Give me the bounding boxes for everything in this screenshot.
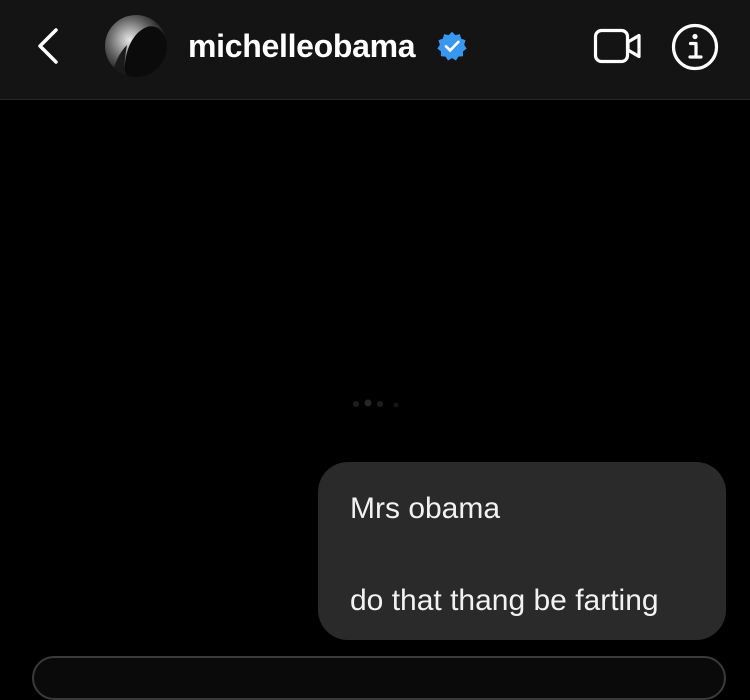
- conversation-info-button[interactable]: [670, 22, 720, 72]
- profile-photo-icon: [105, 15, 167, 77]
- message-line: do that thang be farting: [350, 584, 659, 617]
- info-icon: [671, 23, 719, 71]
- back-button[interactable]: [30, 24, 66, 68]
- video-camera-icon: [593, 28, 641, 64]
- message-line: Mrs obama: [350, 492, 501, 525]
- outgoing-message-bubble[interactable]: Mrs obama do that thang be farting: [318, 462, 726, 640]
- chevron-left-icon: [38, 28, 58, 64]
- chat-username[interactable]: michelleobama: [188, 28, 416, 64]
- faint-dots-icon: [353, 399, 399, 408]
- message-composer[interactable]: [32, 656, 726, 700]
- verified-badge-icon: [437, 31, 467, 61]
- avatar[interactable]: [105, 15, 167, 77]
- chat-header: michelleobama: [0, 0, 750, 100]
- video-call-button[interactable]: [590, 24, 646, 68]
